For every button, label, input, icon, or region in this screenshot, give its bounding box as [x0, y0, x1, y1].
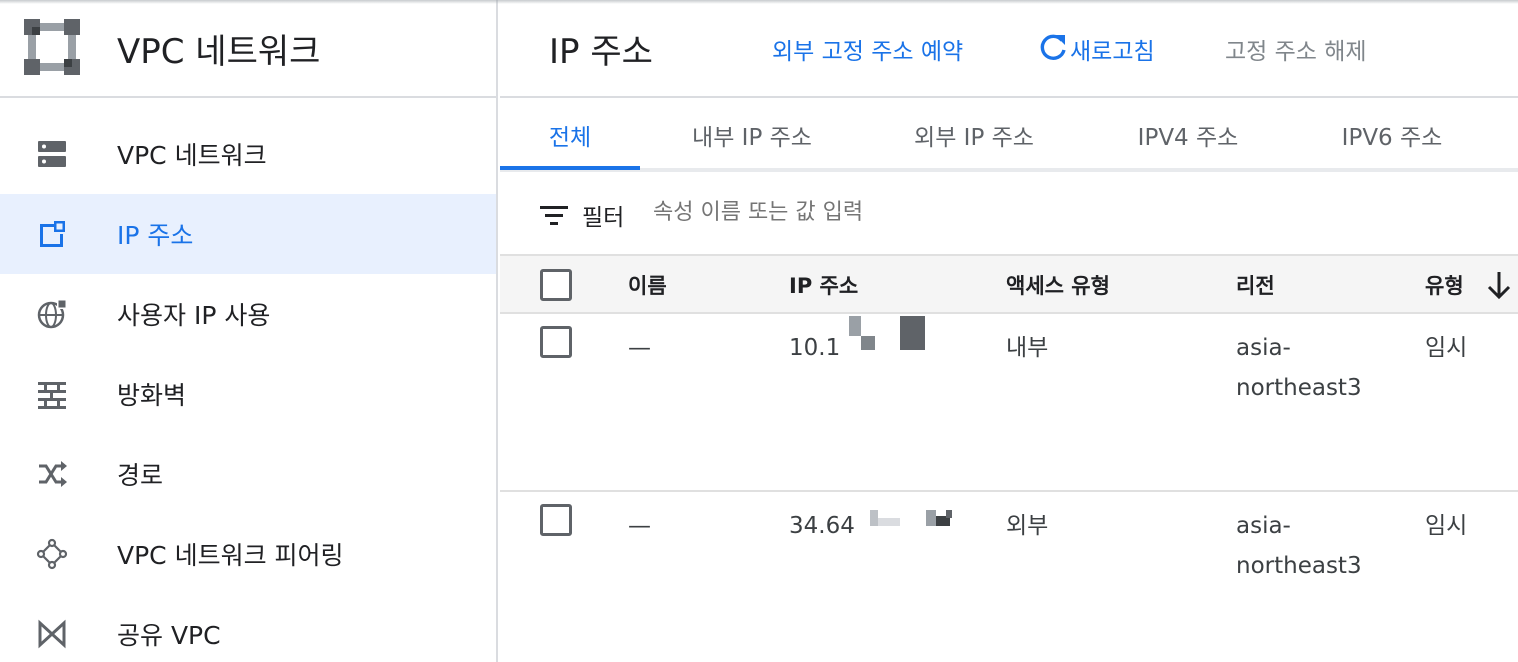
cell-region: asia-northeast3 — [1236, 335, 1362, 401]
cell-access-type: 내부 — [1006, 335, 1049, 361]
vpc-network-icon — [38, 141, 66, 167]
sidebar: VPC 네트워크 VPC 네트워크 IP 주소 사용자 IP 사용 방화벽 경로… — [0, 0, 498, 662]
cell-ip: 34.64 — [789, 513, 855, 539]
cell-type: 임시 — [1425, 513, 1468, 539]
column-header-ip[interactable]: IP 주소 — [789, 270, 858, 300]
cell-ip: 10.1 — [789, 335, 841, 361]
sidebar-header: VPC 네트워크 — [0, 0, 498, 98]
sidebar-item-label: 경로 — [117, 461, 164, 490]
table-row[interactable]: — 34.64 외부 asia-northeast3 임시 — [500, 492, 1518, 662]
redacted-ip-mask — [926, 510, 936, 526]
column-header-region[interactable]: 리전 — [1236, 270, 1275, 300]
product-title: VPC 네트워크 — [117, 32, 321, 72]
sidebar-item-shared-vpc[interactable]: 공유 VPC — [0, 594, 496, 662]
sidebar-nav: VPC 네트워크 IP 주소 사용자 IP 사용 방화벽 경로 VPC 네트워크… — [0, 114, 496, 662]
refresh-icon[interactable] — [1038, 32, 1068, 62]
redacted-ip-mask — [870, 510, 878, 526]
cell-type: 임시 — [1425, 335, 1468, 361]
tab-ipv6[interactable]: IPV6 주소 — [1322, 98, 1462, 172]
cell-name: — — [628, 335, 651, 361]
active-tab-indicator — [500, 166, 640, 170]
tab-all[interactable]: 전체 — [500, 98, 640, 172]
redacted-ip-mask — [900, 316, 925, 350]
peering-icon — [36, 538, 68, 570]
select-all-checkbox[interactable] — [540, 269, 572, 301]
cell-name: — — [628, 513, 651, 539]
table-header: 이름 IP 주소 액세스 유형 리전 유형 — [500, 256, 1518, 314]
column-header-access-type[interactable]: 액세스 유형 — [1006, 270, 1110, 300]
top-shadow — [0, 0, 1518, 4]
sidebar-item-routes[interactable]: 경로 — [0, 434, 496, 514]
ip-address-icon — [40, 221, 65, 247]
sidebar-item-label: IP 주소 — [117, 221, 194, 250]
row-checkbox[interactable] — [540, 504, 572, 536]
table-row[interactable]: — 10.1 내부 asia-northeast3 임시 — [500, 314, 1518, 492]
sidebar-item-vpc-network[interactable]: VPC 네트워크 — [0, 114, 496, 194]
shared-vpc-icon — [38, 619, 66, 649]
firewall-icon — [38, 382, 66, 409]
tab-internal-ip[interactable]: 내부 IP 주소 — [670, 98, 834, 172]
sidebar-item-label: 공유 VPC — [117, 621, 221, 650]
tab-external-ip[interactable]: 외부 IP 주소 — [892, 98, 1056, 172]
release-static-address-button[interactable]: 고정 주소 해제 — [1225, 32, 1367, 66]
column-header-name[interactable]: 이름 — [628, 270, 667, 300]
tab-ipv4[interactable]: IPV4 주소 — [1120, 98, 1256, 172]
filter-bar: 필터 — [500, 174, 1518, 256]
cell-access-type: 외부 — [1006, 513, 1049, 539]
cell-region: asia-northeast3 — [1236, 513, 1362, 579]
reserve-static-address-button[interactable]: 외부 고정 주소 예약 — [772, 32, 963, 66]
sidebar-item-firewall[interactable]: 방화벽 — [0, 354, 496, 434]
sidebar-item-ip-address[interactable]: IP 주소 — [0, 194, 496, 274]
redacted-ip-mask — [849, 316, 861, 336]
filter-label: 필터 — [582, 205, 625, 231]
sidebar-item-label: 방화벽 — [117, 381, 187, 410]
refresh-button[interactable]: 새로고침 — [1070, 32, 1155, 66]
redacted-ip-mask — [861, 336, 875, 350]
vpc-logo-icon — [24, 19, 80, 75]
filter-input[interactable] — [653, 200, 1053, 225]
sidebar-item-label: VPC 네트워크 — [117, 141, 267, 170]
page-title: IP 주소 — [549, 32, 653, 72]
sort-descending-icon[interactable] — [1486, 270, 1512, 300]
action-bar: IP 주소 외부 고정 주소 예약 새로고침 고정 주소 해제 — [500, 0, 1518, 98]
tab-bar: 전체 내부 IP 주소 외부 IP 주소 IPV4 주소 IPV6 주소 — [500, 98, 1518, 172]
sidebar-item-label: 사용자 IP 사용 — [117, 301, 271, 330]
sidebar-item-customer-ip[interactable]: 사용자 IP 사용 — [0, 274, 496, 354]
main-content: IP 주소 외부 고정 주소 예약 새로고침 고정 주소 해제 전체 내부 IP… — [500, 0, 1518, 662]
filter-icon[interactable] — [540, 204, 568, 226]
row-checkbox[interactable] — [540, 326, 572, 358]
routes-icon — [39, 461, 67, 487]
sidebar-item-peering[interactable]: VPC 네트워크 피어링 — [0, 514, 496, 594]
redacted-ip-mask — [946, 510, 952, 518]
redacted-ip-mask — [878, 518, 900, 526]
sidebar-item-label: VPC 네트워크 피어링 — [117, 541, 344, 570]
globe-icon — [37, 299, 67, 329]
column-header-type[interactable]: 유형 — [1425, 270, 1464, 300]
